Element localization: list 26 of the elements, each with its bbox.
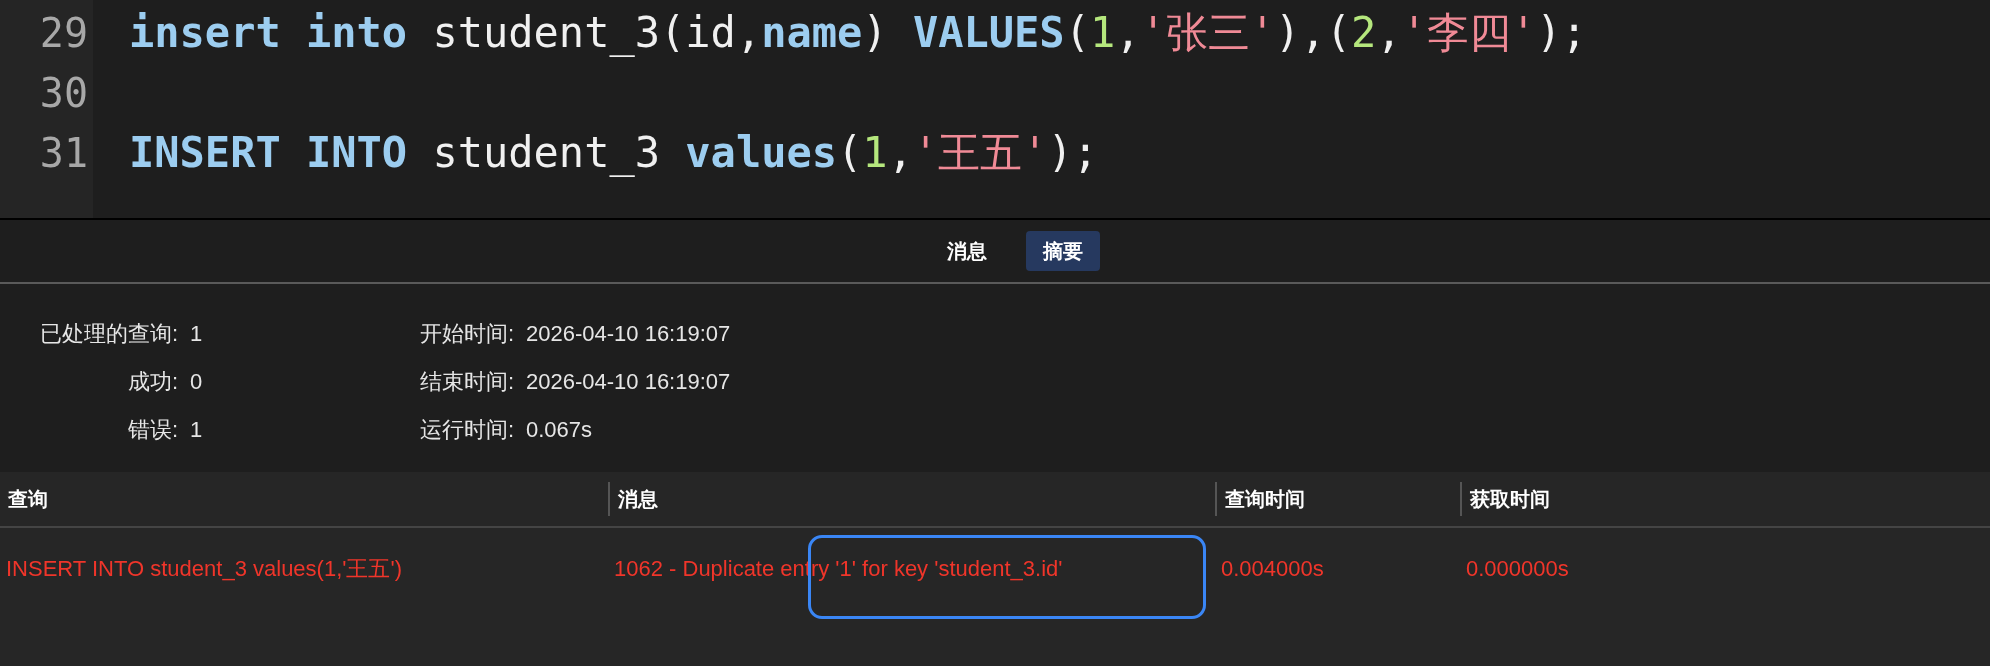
table-cell-text: 0.004000s — [1220, 554, 1325, 583]
column-header[interactable]: 查询时间 — [1215, 482, 1460, 516]
tab[interactable]: 消息 — [930, 231, 1004, 271]
summary-label: 错误: — [126, 416, 179, 444]
column-header[interactable]: 获取时间 — [1460, 482, 1990, 516]
summary-label: 结束时间: — [418, 368, 515, 396]
summary-value: 2026-04-10 16:19:07 — [526, 368, 732, 396]
column-header[interactable]: 查询 — [0, 482, 608, 516]
table-cell-text: INSERT INTO student_3 values(1,'王五') — [5, 554, 403, 583]
line-number: 30 — [39, 69, 88, 118]
code-line: INSERT INTO student_3 values(1,'王五'); — [129, 127, 1100, 179]
summary-label: 成功: — [126, 368, 179, 396]
code-line: insert into student_3(id,name) VALUES(1,'张三'),(2,'李四'); — [129, 7, 1587, 59]
summary-value: 2026-04-10 16:19:07 — [526, 320, 732, 348]
summary-label: 已处理的查询: — [38, 320, 179, 348]
table-cell-text: 0.000000s — [1465, 554, 1570, 583]
summary-label: 运行时间: — [418, 416, 515, 444]
line-number: 29 — [39, 9, 88, 58]
summary-label: 开始时间: — [418, 320, 515, 348]
tab[interactable]: 摘要 — [1026, 231, 1100, 271]
summary-value: 1 — [190, 416, 204, 444]
line-number: 31 — [39, 129, 88, 178]
summary-value: 0.067s — [526, 416, 594, 444]
summary-value: 0 — [190, 368, 204, 396]
column-header[interactable]: 消息 — [608, 482, 1215, 516]
summary-value: 1 — [190, 320, 204, 348]
